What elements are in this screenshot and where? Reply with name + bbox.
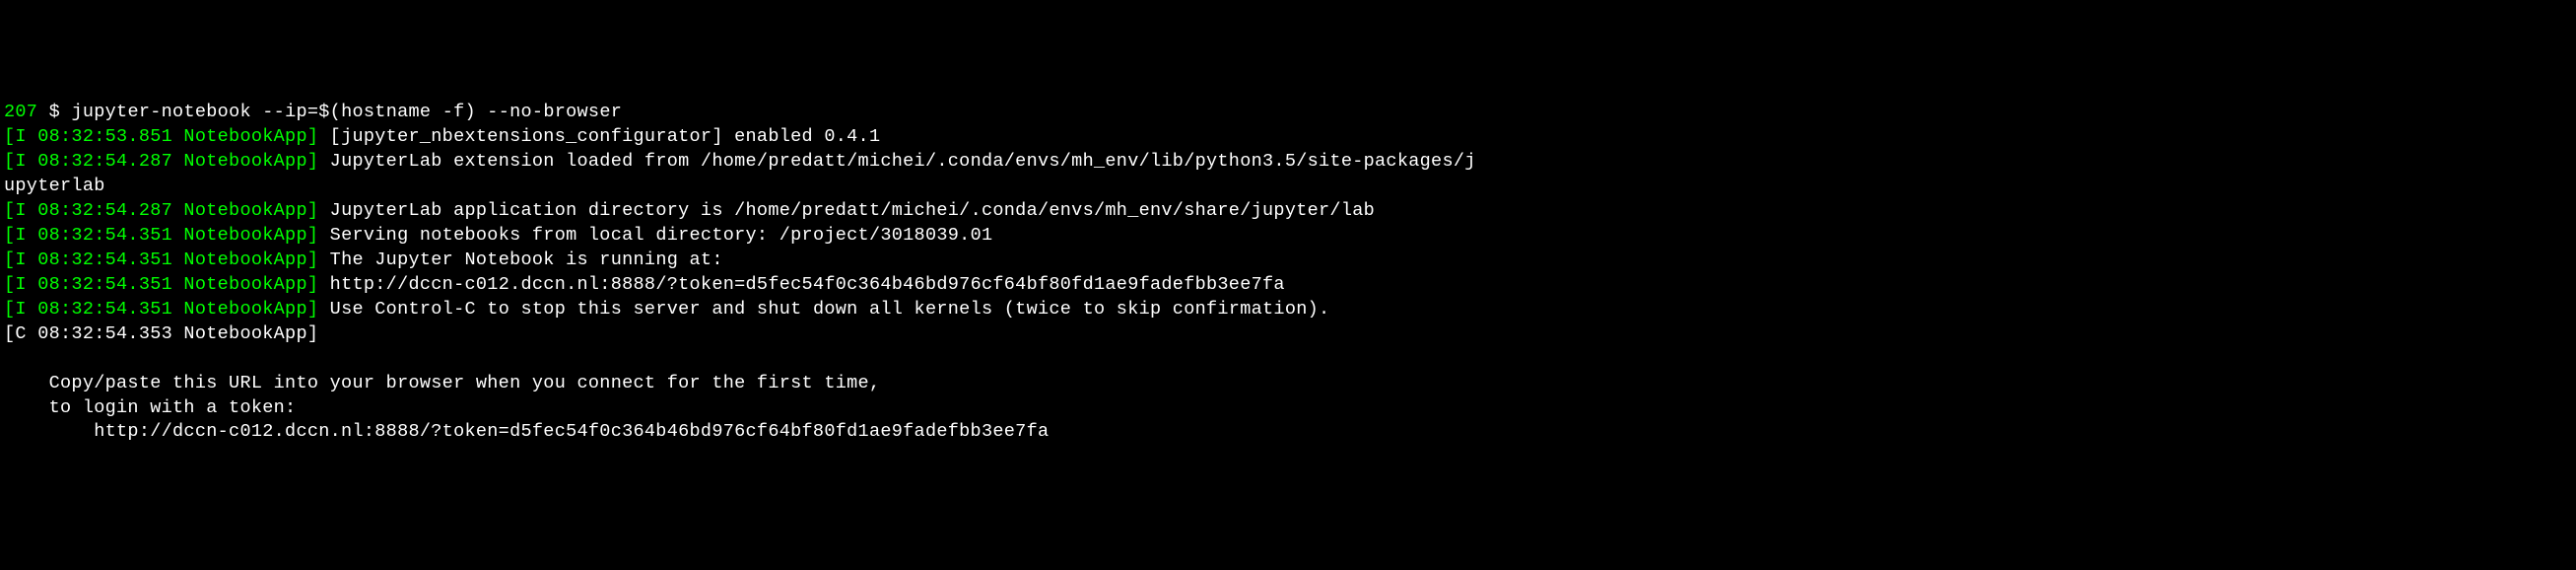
log-line: [I 08:32:53.851 NotebookApp] [jupyter_nb… [4,125,2572,150]
command-text: jupyter-notebook --ip=$(hostname -f) --n… [71,102,622,122]
log-message: to login with a token: [4,397,296,418]
log-message: JupyterLab extension loaded from /home/p… [318,151,1475,172]
log-message: [jupyter_nbextensions_configurator] enab… [318,126,880,147]
log-message: upyterlab [4,176,105,196]
log-message: The Jupyter Notebook is running at: [318,249,722,270]
log-prefix: [I 08:32:54.351 NotebookApp] [4,274,318,295]
log-message: http://dccn-c012.dccn.nl:8888/?token=d5f… [4,421,1049,442]
instruction-line: to login with a token: [4,396,2572,421]
log-line-critical: [C 08:32:54.353 NotebookApp] [4,322,2572,347]
log-line-wrap: upyterlab [4,175,2572,199]
log-prefix: [I 08:32:54.351 NotebookApp] [4,249,318,270]
log-line: [I 08:32:54.287 NotebookApp] JupyterLab … [4,150,2572,175]
prompt-symbol: $ [49,102,60,122]
log-line: [I 08:32:54.351 NotebookApp] Use Control… [4,298,2572,322]
terminal-output[interactable]: 207 $ jupyter-notebook --ip=$(hostname -… [4,101,2572,446]
blank-line [4,347,2572,372]
log-message: http://dccn-c012.dccn.nl:8888/?token=d5f… [318,274,1285,295]
instruction-line: Copy/paste this URL into your browser wh… [4,372,2572,396]
log-prefix: [I 08:32:54.287 NotebookApp] [4,151,318,172]
log-message: Copy/paste this URL into your browser wh… [4,373,880,393]
log-prefix: [I 08:32:54.351 NotebookApp] [4,225,318,246]
log-message: Serving notebooks from local directory: … [318,225,992,246]
log-line: [I 08:32:54.351 NotebookApp] Serving not… [4,224,2572,249]
url-line: http://dccn-c012.dccn.nl:8888/?token=d5f… [4,420,2572,445]
log-prefix: [I 08:32:54.287 NotebookApp] [4,200,318,221]
log-prefix: [I 08:32:54.351 NotebookApp] [4,299,318,320]
log-prefix: [I 08:32:53.851 NotebookApp] [4,126,318,147]
log-message: Use Control-C to stop this server and sh… [318,299,1329,320]
log-line: [I 08:32:54.351 NotebookApp] http://dccn… [4,273,2572,298]
prompt-number: 207 [4,102,37,122]
log-line: [I 08:32:54.351 NotebookApp] The Jupyter… [4,249,2572,273]
prompt-line: 207 $ jupyter-notebook --ip=$(hostname -… [4,101,2572,125]
log-prefix: [C 08:32:54.353 NotebookApp] [4,323,318,344]
log-message: JupyterLab application directory is /hom… [318,200,1375,221]
log-line: [I 08:32:54.287 NotebookApp] JupyterLab … [4,199,2572,224]
